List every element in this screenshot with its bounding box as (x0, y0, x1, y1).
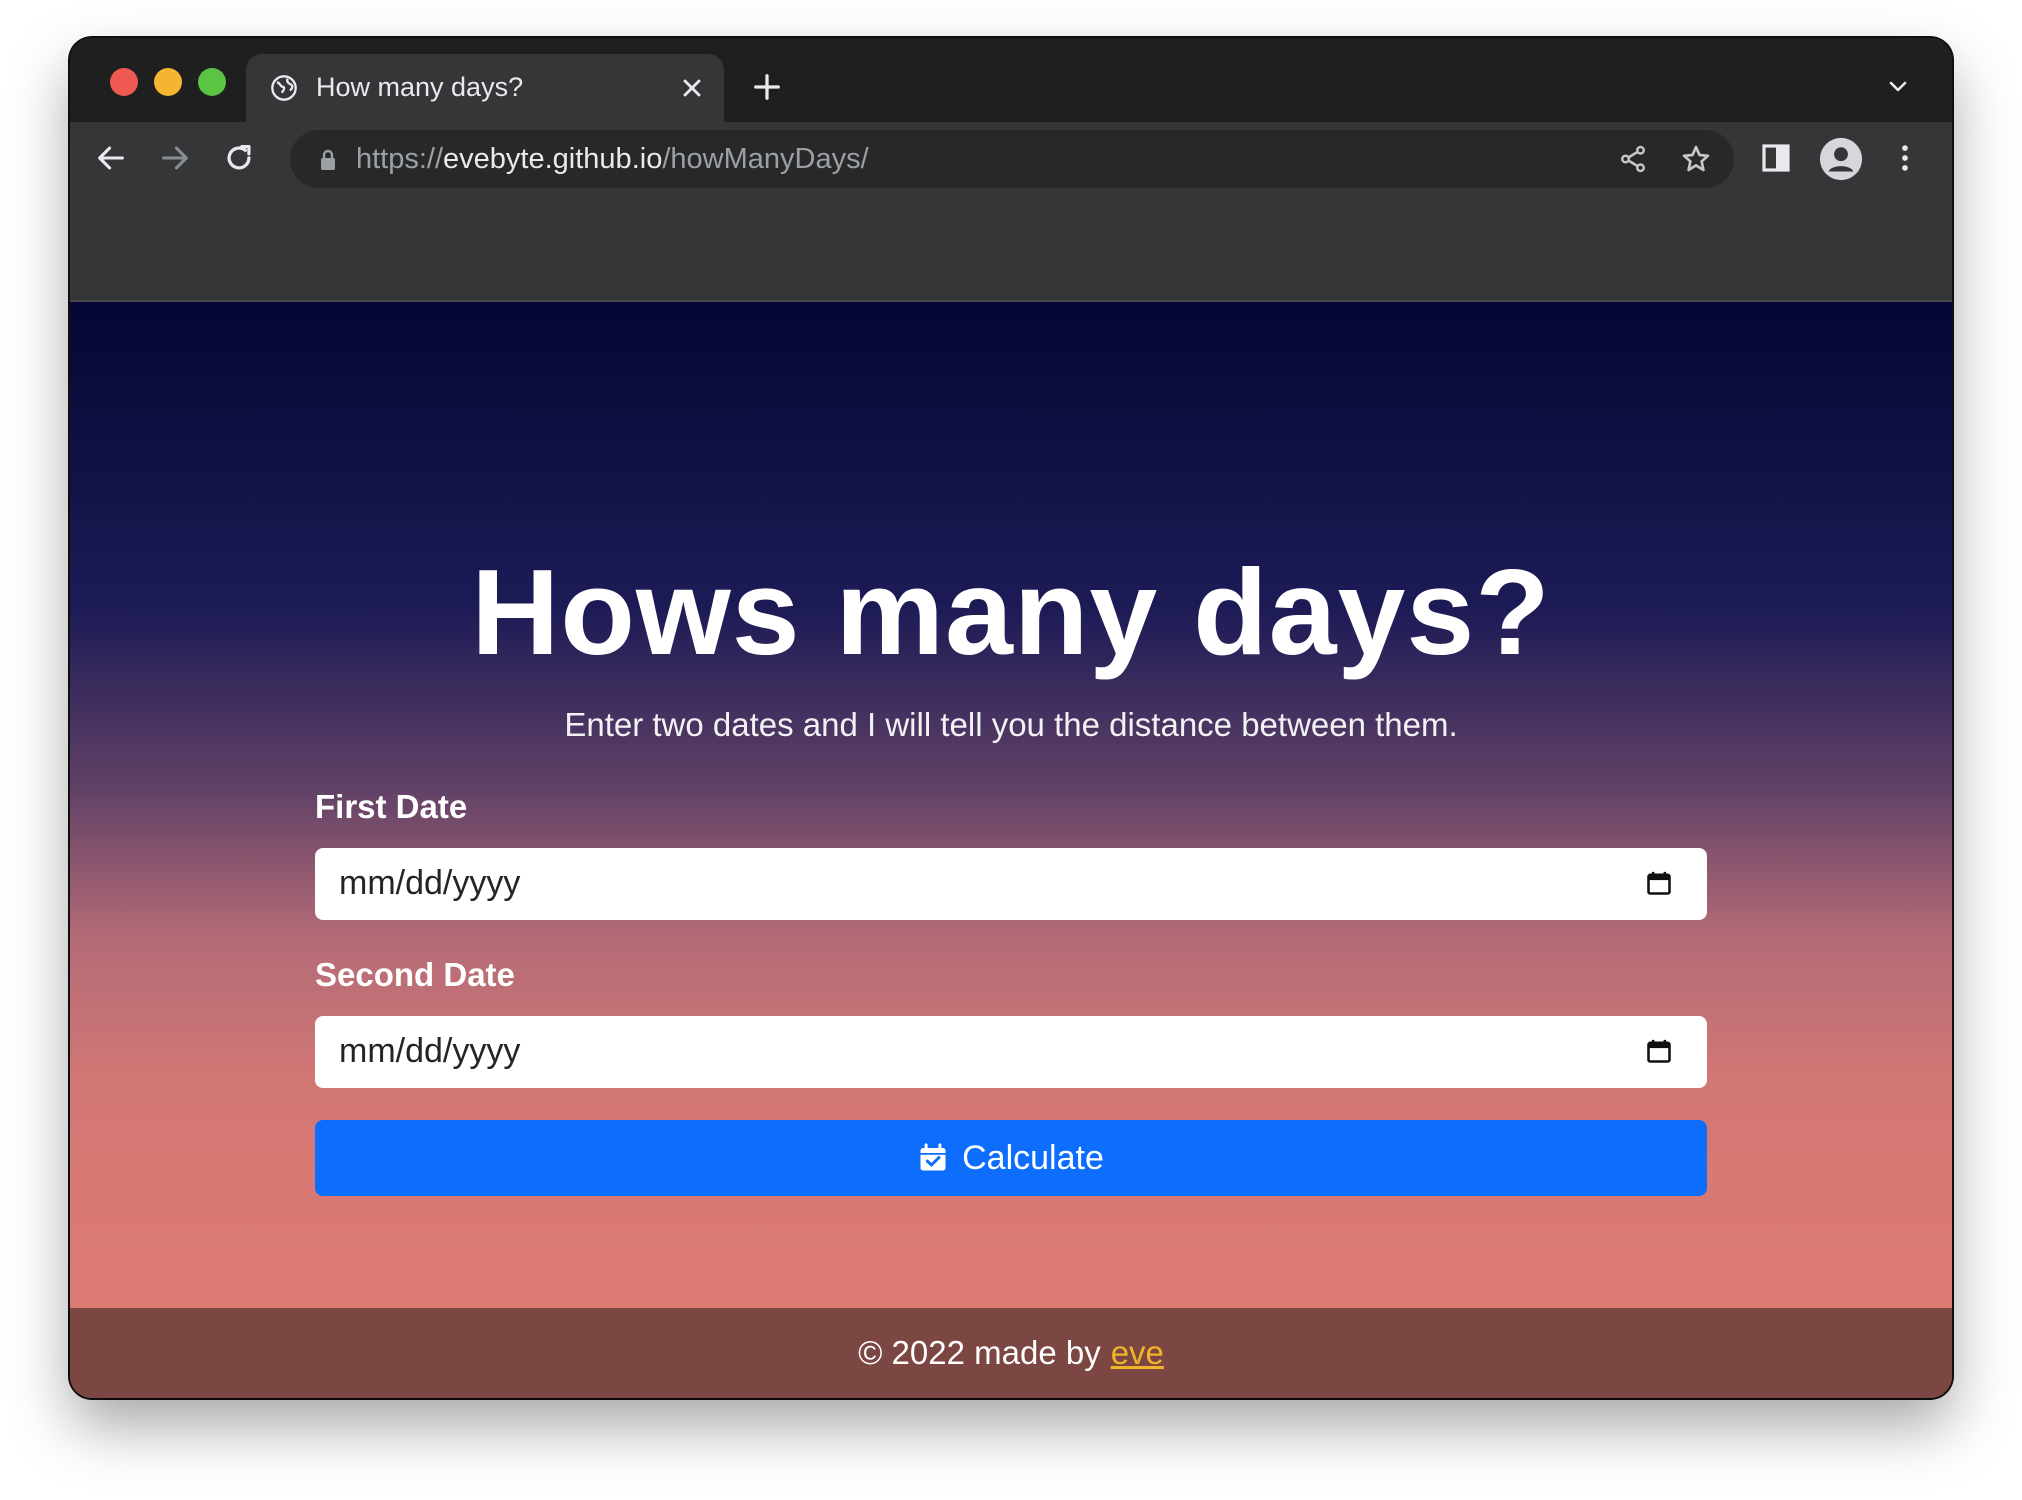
second-date-placeholder: mm/dd/yyyy (339, 1032, 521, 1070)
url-path: /howManyDays/ (662, 143, 869, 175)
more-menu-icon[interactable] (1888, 141, 1922, 175)
close-window-button[interactable] (110, 68, 138, 96)
profile-avatar-icon[interactable] (1818, 136, 1864, 182)
page-subtitle: Enter two dates and I will tell you the … (564, 706, 1458, 743)
second-date-input[interactable]: mm/dd/yyyy (315, 1016, 1707, 1088)
browser-toolbar: https://evebyte.github.io/howManyDays/ (70, 122, 1952, 194)
calendar-icon[interactable] (1645, 1036, 1673, 1066)
browser-window: How many days? https://evebyte.github.io… (70, 38, 1952, 1398)
lock-icon[interactable] (318, 149, 338, 171)
first-date-input[interactable]: mm/dd/yyyy (315, 848, 1707, 920)
first-date-placeholder: mm/dd/yyyy (339, 864, 521, 902)
address-bar[interactable]: https://evebyte.github.io/howManyDays/ (290, 130, 1734, 188)
tab-strip: How many days? (70, 38, 1952, 122)
globe-icon (271, 75, 297, 101)
calendar-check-icon (920, 1143, 946, 1171)
new-tab-icon[interactable] (752, 72, 782, 102)
bookmarks-bar (70, 194, 1952, 302)
second-date-label: Second Date (315, 956, 515, 993)
tab-title: How many days? (316, 72, 524, 102)
calculate-button-label: Calculate (962, 1138, 1104, 1177)
page-title: Hows many days? (471, 544, 1551, 680)
url-host: evebyte.github.io (443, 143, 663, 175)
forward-arrow-icon[interactable] (158, 141, 192, 175)
close-tab-icon[interactable] (678, 74, 706, 102)
calendar-icon[interactable] (1645, 868, 1673, 898)
browser-tab[interactable]: How many days? (246, 54, 724, 122)
calculate-button[interactable]: Calculate (315, 1120, 1707, 1196)
footer-author-link[interactable]: eve (1111, 1334, 1164, 1372)
maximize-window-button[interactable] (198, 68, 226, 96)
share-icon[interactable] (1618, 144, 1648, 174)
side-panel-icon[interactable] (1760, 142, 1792, 174)
url-scheme: https:// (356, 143, 444, 175)
footer-text: © 2022 made by (858, 1334, 1101, 1371)
footer: © 2022 made by eve (70, 1308, 1952, 1398)
back-arrow-icon[interactable] (94, 141, 128, 175)
chevron-down-icon[interactable] (1886, 74, 1910, 98)
url-text: https://evebyte.github.io/howManyDays/ (356, 143, 869, 176)
page-content: Hows many days? Enter two dates and I wi… (70, 302, 1952, 1398)
first-date-label: First Date (315, 788, 468, 825)
bookmark-star-icon[interactable] (1680, 143, 1712, 175)
reload-icon[interactable] (222, 141, 256, 175)
minimize-window-button[interactable] (154, 68, 182, 96)
